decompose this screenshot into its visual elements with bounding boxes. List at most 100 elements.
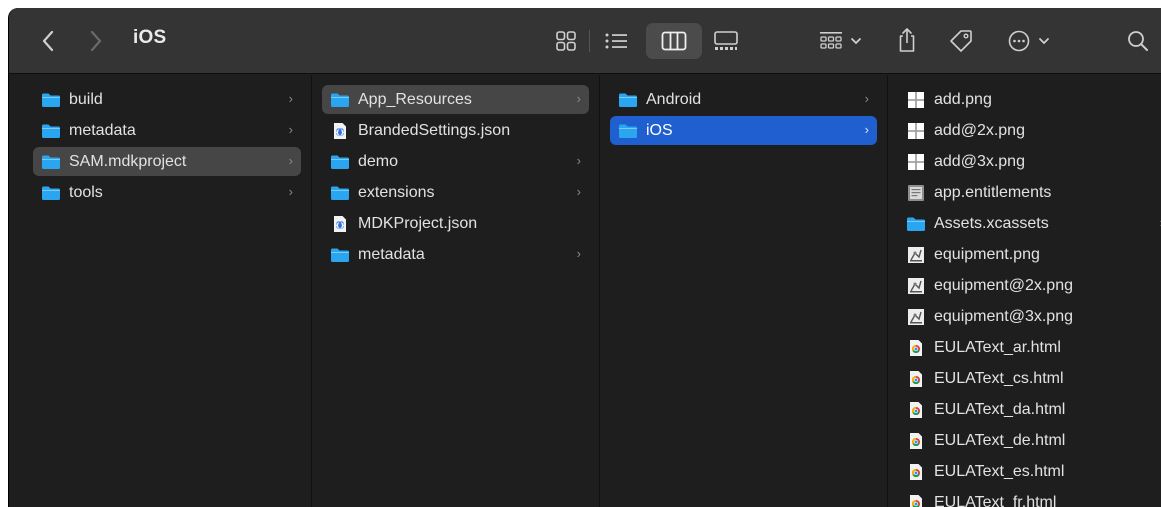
chevron-right-icon: › — [864, 91, 869, 106]
list-view-button[interactable] — [596, 25, 636, 57]
window-title: iOS — [133, 27, 167, 48]
icon-view-button[interactable] — [550, 25, 582, 57]
chevron-right-icon: › — [288, 153, 293, 168]
item-label: Android — [646, 90, 702, 108]
folder-icon — [330, 246, 350, 264]
finder-window: iOS build › metadata › SAM.mdkproject › … — [8, 8, 1161, 507]
list-item[interactable]: metadata › — [322, 240, 589, 269]
columns-icon — [661, 31, 687, 51]
list-item[interactable]: add.png — [898, 85, 1161, 114]
list-item[interactable]: {} BrandedSettings.json — [322, 116, 589, 145]
list-item[interactable]: {} MDKProject.json — [322, 209, 589, 238]
folder-icon — [906, 215, 926, 233]
share-icon — [899, 28, 915, 52]
list-item[interactable]: EULAText_fr.html — [898, 488, 1161, 507]
list-item[interactable]: app.entitlements — [898, 178, 1161, 207]
item-label: EULAText_de.html — [934, 431, 1066, 449]
ellipsis-circle-icon — [1008, 30, 1030, 52]
item-label: MDKProject.json — [358, 214, 478, 232]
json-file-icon: {} — [330, 215, 350, 233]
list-item[interactable]: Android › — [610, 85, 877, 114]
html-file-icon — [906, 339, 926, 357]
search-button[interactable] — [1120, 25, 1156, 57]
html-file-icon — [906, 370, 926, 388]
list-item[interactable]: equipment.png — [898, 240, 1161, 269]
list-item[interactable]: iOS › — [610, 116, 877, 145]
list-item[interactable]: Assets.xcassets› — [898, 209, 1161, 238]
list-item[interactable]: EULAText_es.html — [898, 457, 1161, 486]
column-view-button[interactable] — [646, 23, 702, 59]
list-item[interactable]: EULAText_cs.html — [898, 364, 1161, 393]
list-item[interactable]: equipment@2x.png — [898, 271, 1161, 300]
item-label: equipment@3x.png — [934, 307, 1073, 325]
folder-icon — [330, 153, 350, 171]
list-item[interactable]: App_Resources › — [322, 85, 589, 114]
list-item[interactable]: build › — [33, 85, 301, 114]
list-item[interactable]: EULAText_ar.html — [898, 333, 1161, 362]
list-item[interactable]: tools › — [33, 178, 301, 207]
item-label: add@3x.png — [934, 152, 1025, 170]
chevron-right-icon: › — [576, 184, 581, 199]
svg-text:{}: {} — [335, 221, 344, 229]
equipment-image-icon — [906, 308, 926, 326]
item-label: SAM.mdkproject — [69, 152, 187, 170]
forward-button[interactable] — [81, 26, 111, 56]
html-file-icon — [906, 463, 926, 481]
more-actions-button[interactable] — [1001, 25, 1057, 57]
chevron-right-icon: › — [288, 122, 293, 137]
group-by-button[interactable] — [812, 25, 870, 57]
folder-icon — [618, 91, 638, 109]
list-item[interactable]: EULAText_de.html — [898, 426, 1161, 455]
chevron-right-icon: › — [576, 153, 581, 168]
list-item[interactable]: equipment@3x.png — [898, 302, 1161, 331]
list-item[interactable]: add@3x.png — [898, 147, 1161, 176]
html-file-icon — [906, 494, 926, 507]
grid-icon — [556, 31, 576, 51]
item-label: metadata — [358, 245, 425, 263]
tag-icon — [950, 30, 972, 52]
item-label: Assets.xcassets — [934, 214, 1049, 232]
png-thumbnail-icon — [906, 91, 926, 109]
column-3[interactable]: Android › iOS › — [600, 75, 888, 507]
item-label: EULAText_ar.html — [934, 338, 1061, 356]
chevron-right-icon: › — [288, 184, 293, 199]
item-label: EULAText_es.html — [934, 462, 1065, 480]
item-label: extensions — [358, 183, 435, 201]
chevron-right-icon: › — [864, 122, 869, 137]
item-label: build — [69, 90, 103, 108]
share-button[interactable] — [891, 22, 923, 58]
column-2[interactable]: App_Resources › {} BrandedSettings.json demo… — [312, 75, 600, 507]
html-file-icon — [906, 401, 926, 419]
folder-icon — [41, 122, 61, 140]
item-label: app.entitlements — [934, 183, 1052, 201]
list-item[interactable]: metadata › — [33, 116, 301, 145]
list-item[interactable]: add@2x.png — [898, 116, 1161, 145]
gallery-icon — [714, 31, 738, 50]
list-item[interactable]: demo › — [322, 147, 589, 176]
column-1[interactable]: build › metadata › SAM.mdkproject › tools › — [23, 75, 312, 507]
folder-icon — [41, 184, 61, 202]
chevron-left-icon — [42, 30, 54, 52]
toolbar: iOS — [9, 8, 1161, 74]
png-thumbnail-icon — [906, 122, 926, 140]
item-label: demo — [358, 152, 399, 170]
folder-icon — [330, 184, 350, 202]
column-4[interactable]: add.png add@2x.png add@3x.png app.entitleme… — [888, 75, 1161, 507]
list-icon — [605, 33, 627, 49]
list-item[interactable]: extensions › — [322, 178, 589, 207]
chevron-right-icon — [90, 30, 102, 52]
item-label: EULAText_da.html — [934, 400, 1066, 418]
json-file-icon: {} — [330, 122, 350, 140]
gallery-view-button[interactable] — [706, 25, 746, 57]
toolbar-divider — [589, 30, 590, 52]
list-item[interactable]: SAM.mdkproject › — [33, 147, 301, 176]
item-label: add@2x.png — [934, 121, 1025, 139]
column-browser: build › metadata › SAM.mdkproject › tools › App… — [9, 75, 1161, 507]
chevron-right-icon: › — [576, 91, 581, 106]
tag-button[interactable] — [943, 25, 979, 57]
html-file-icon — [906, 432, 926, 450]
back-button[interactable] — [33, 26, 63, 56]
list-item[interactable]: EULAText_da.html — [898, 395, 1161, 424]
item-label: tools — [69, 183, 103, 201]
item-label: add.png — [934, 90, 992, 108]
